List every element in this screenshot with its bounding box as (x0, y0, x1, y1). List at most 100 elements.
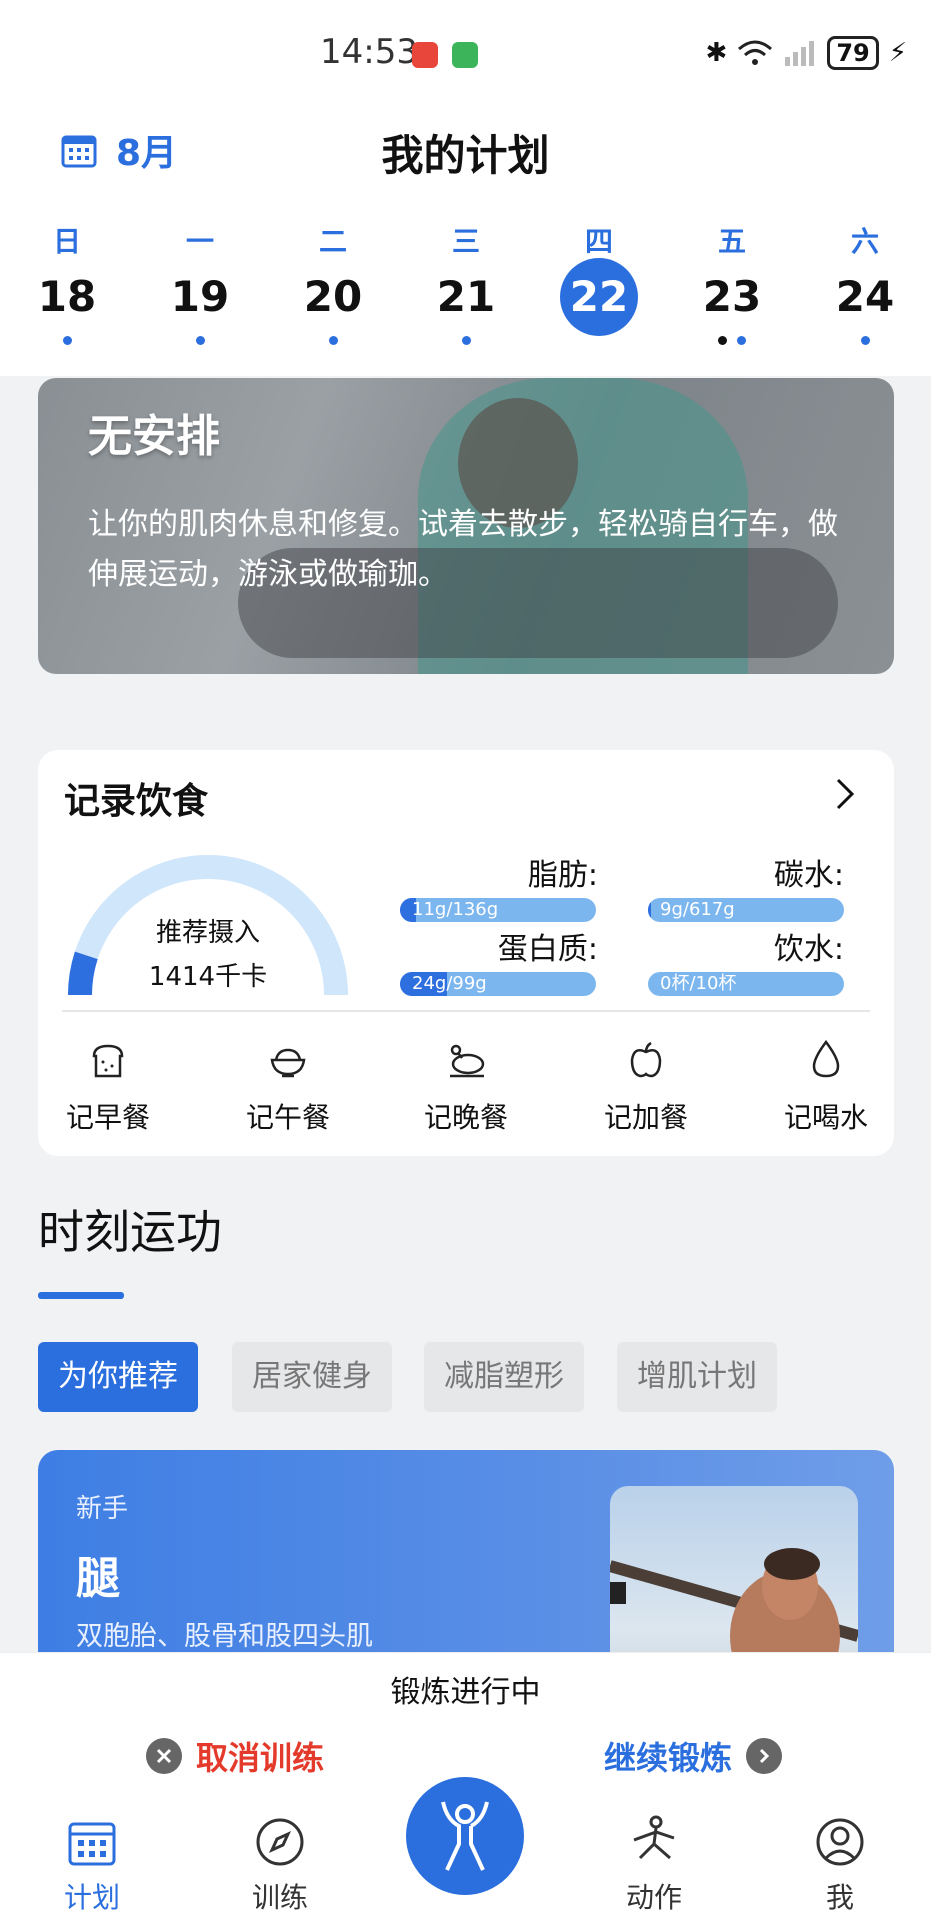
nav-me[interactable]: 我 (780, 1814, 900, 1916)
missed-call-icon (412, 42, 438, 68)
diet-card: 记录饮食 推荐摄入 1414千卡 脂肪: 11g/136g 碳水: 9g/617… (38, 750, 894, 1156)
workout-dot (718, 336, 727, 345)
chip-fat-loss[interactable]: 减脂塑形 (424, 1342, 584, 1412)
date-label: 24 (835, 272, 895, 321)
meal-label: 记喝水 (783, 1101, 868, 1134)
status-time: 14:53 (320, 32, 418, 72)
start-workout-button[interactable] (406, 1777, 524, 1895)
nav-label: 计划 (63, 1881, 120, 1914)
exercise-pose-icon (633, 1815, 675, 1860)
chevron-right-icon (746, 1738, 783, 1774)
divider (62, 1010, 870, 1012)
day-24[interactable]: 六 24 (810, 220, 920, 345)
meal-label: 记加餐 (603, 1101, 688, 1134)
weekday-label: 六 (850, 225, 879, 258)
section-title: 时刻运功 (38, 1205, 222, 1259)
workout-subtitle: 双胞胎、股骨和股四头肌 (76, 1621, 373, 1652)
nav-label: 训练 (251, 1881, 308, 1914)
bluetooth-icon: ✱ (705, 38, 728, 68)
workout-level: 新手 (76, 1494, 129, 1524)
nutrient-value: 24g/99g (412, 973, 487, 994)
day-21[interactable]: 三 21 (411, 220, 521, 345)
bread-icon (92, 1044, 124, 1078)
nutrient-value: 11g/136g (412, 899, 499, 920)
water-drop-icon (812, 1039, 840, 1078)
gauge-label: 推荐摄入 (155, 918, 260, 948)
log-water-button[interactable]: 记喝水 (756, 1038, 896, 1136)
day-19[interactable]: 一 19 (145, 220, 255, 345)
chevron-right-icon[interactable] (826, 776, 862, 812)
meal-label: 记早餐 (65, 1101, 150, 1134)
plan-dot (328, 336, 338, 345)
log-breakfast-button[interactable]: 记早餐 (38, 1038, 178, 1136)
wifi-icon (738, 40, 773, 65)
compass-icon (256, 1818, 304, 1866)
chip-muscle-gain[interactable]: 增肌计划 (617, 1342, 777, 1412)
close-icon (146, 1738, 182, 1774)
week-strip: 日 18 一 19 二 20 三 21 四 22 五 23 六 24 (0, 220, 931, 350)
weekday-label: 五 (717, 225, 746, 258)
workout-status-title: 锻炼进行中 (390, 1675, 541, 1710)
nutrient-value: 0杯/10杯 (660, 973, 737, 994)
weekday-label: 三 (451, 225, 480, 258)
plan-dot (195, 336, 205, 345)
continue-workout-button[interactable]: 继续锻炼 (604, 1733, 783, 1779)
day-22-selected[interactable]: 四 22 (544, 220, 654, 336)
nutrient-bar-water: 0杯/10杯 (648, 972, 844, 996)
banner-text: 让你的肌肉休息和修复。试着去散步，轻松骑自行车，做伸展运动，游泳或做瑜珈。 (88, 507, 838, 592)
cancel-training-label: 取消训练 (196, 1739, 325, 1777)
chip-recommended[interactable]: 为你推荐 (38, 1342, 198, 1412)
banner-title: 无安排 (88, 411, 220, 462)
log-dinner-button[interactable]: 记晚餐 (396, 1038, 536, 1136)
signal-icon (785, 41, 815, 66)
log-lunch-button[interactable]: 记午餐 (218, 1038, 358, 1136)
bar-fill (648, 898, 651, 922)
weekday-label: 日 (52, 225, 81, 258)
nutrient-bar-protein: 24g/99g (400, 972, 596, 996)
workout-in-progress-bar: 锻炼进行中 取消训练 继续锻炼 (0, 1652, 931, 1779)
user-icon (816, 1818, 864, 1866)
meal-label: 记晚餐 (423, 1101, 508, 1134)
selected-date-label: 22 (560, 258, 638, 336)
date-label: 21 (436, 272, 496, 321)
date-label: 18 (37, 272, 97, 321)
nutrient-bar-fat: 11g/136g (400, 898, 596, 922)
nutrient-label-fat: 脂肪: (527, 858, 598, 893)
weekday-label: 二 (318, 225, 347, 258)
nav-label: 动作 (625, 1881, 682, 1914)
date-label: 19 (170, 272, 230, 321)
nutrient-label-carbs: 碳水: (773, 858, 844, 893)
day-18[interactable]: 日 18 (12, 220, 122, 345)
apple-icon (630, 1041, 662, 1078)
status-right: ✱ 79 ⚡ (706, 36, 907, 70)
date-label: 20 (303, 272, 363, 321)
meal-label: 记午餐 (245, 1101, 330, 1134)
nav-plan[interactable]: 计划 (32, 1814, 152, 1916)
plan-dot (62, 336, 72, 345)
charging-icon: ⚡ (888, 38, 907, 68)
sim-icon (452, 42, 478, 68)
log-snack-button[interactable]: 记加餐 (576, 1038, 716, 1136)
nav-label: 我 (825, 1881, 854, 1914)
chip-home-fitness[interactable]: 居家健身 (232, 1342, 392, 1412)
continue-workout-label: 继续锻炼 (604, 1739, 733, 1777)
nutrient-label-water: 饮水: (773, 932, 844, 967)
nutrient-value: 9g/617g (660, 899, 735, 920)
calendar-icon (68, 1822, 116, 1866)
workout-title: 腿 (76, 1553, 120, 1604)
day-20[interactable]: 二 20 (278, 220, 388, 345)
exercise-figure-icon (441, 1801, 489, 1871)
page-title: 我的计划 (381, 131, 550, 180)
bottom-navigation: 计划 训练 动作 我 (0, 1777, 931, 1920)
rest-day-banner[interactable]: 无安排 让你的肌肉休息和修复。试着去散步，轻松骑自行车，做伸展运动，游泳或做瑜珈… (38, 378, 894, 674)
battery-level: 79 (827, 36, 879, 70)
nav-moves[interactable]: 动作 (594, 1814, 714, 1916)
plan-dot (737, 336, 746, 345)
day-23[interactable]: 五 23 (677, 220, 787, 345)
status-bar: 14:53 ✱ 79 ⚡ (0, 0, 931, 100)
section-underline (38, 1292, 124, 1299)
nutrient-label-protein: 蛋白质: (497, 932, 598, 967)
cancel-training-button[interactable]: 取消训练 (146, 1733, 324, 1779)
nav-train[interactable]: 训练 (220, 1814, 340, 1916)
weekday-label: 四 (584, 225, 613, 258)
